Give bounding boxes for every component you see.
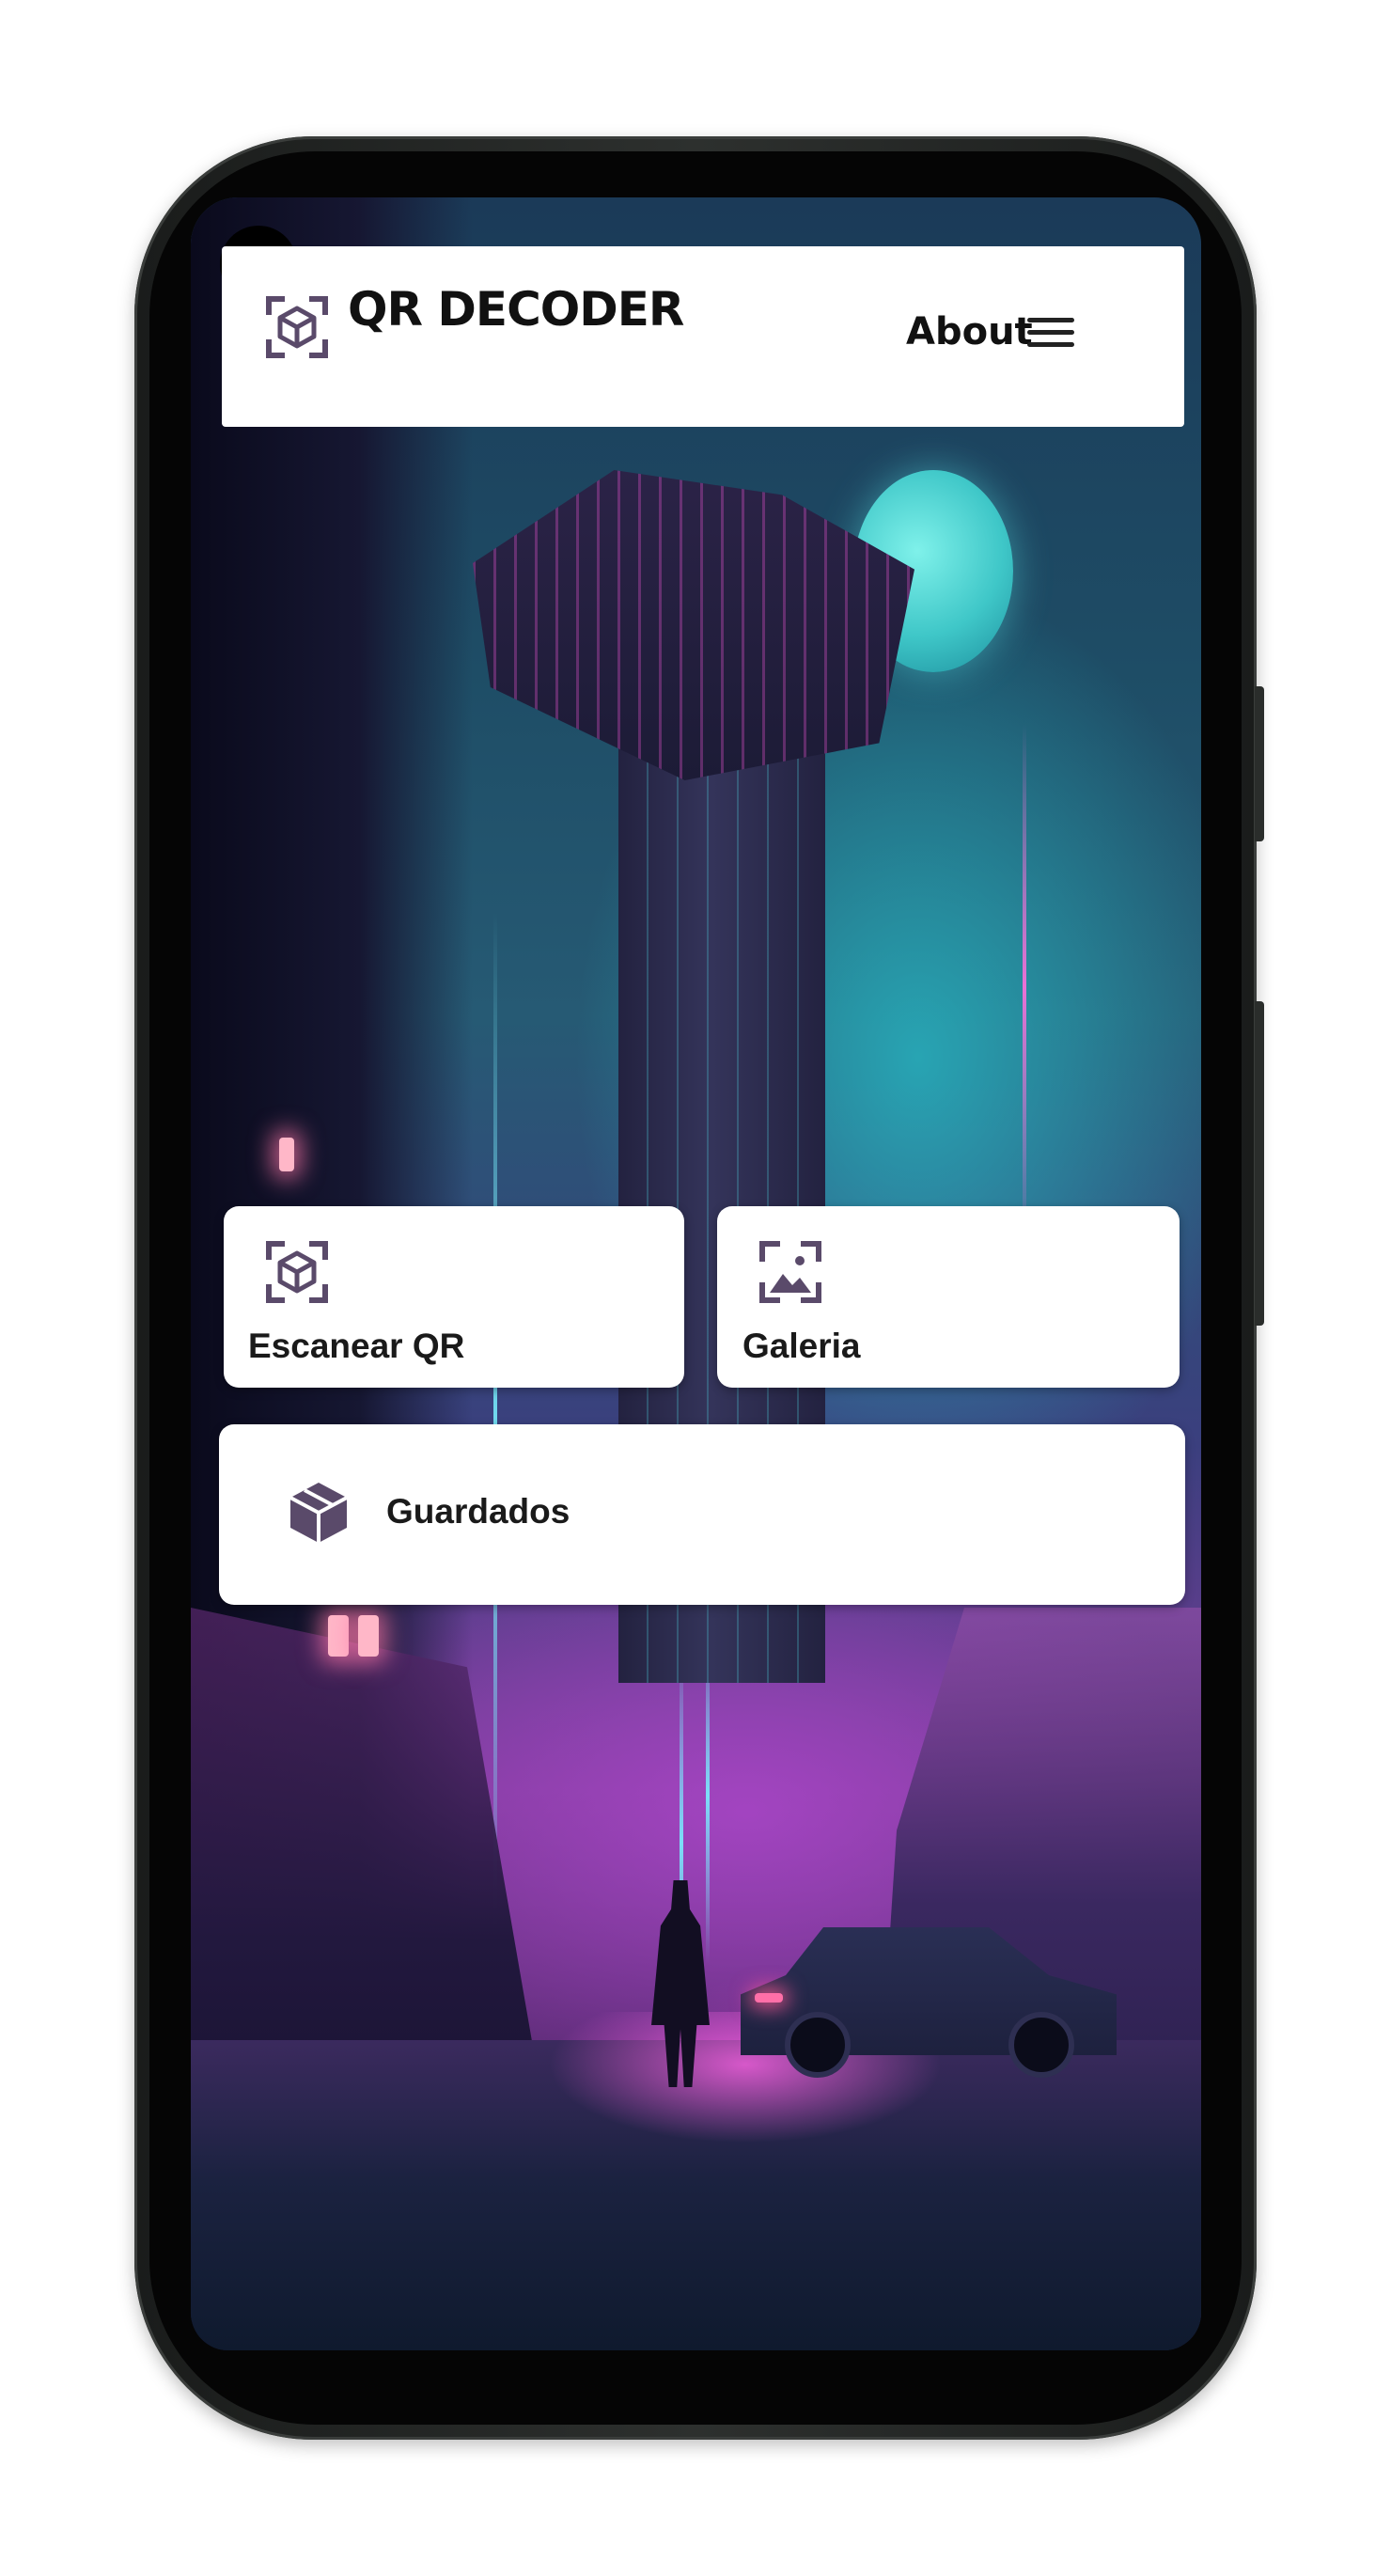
power-button: [1255, 686, 1264, 841]
background-car-light: [755, 1993, 783, 2003]
gallery-image-icon: [759, 1241, 821, 1303]
saved-button[interactable]: Guardados: [219, 1424, 1185, 1605]
scan-qr-label: Escanear QR: [248, 1327, 465, 1365]
background-light-beam: [1023, 724, 1026, 1250]
hamburger-menu-icon[interactable]: [1024, 310, 1078, 353]
background-street-lamp: [358, 1615, 379, 1657]
qr-cube-scan-icon: [266, 296, 328, 358]
scan-qr-button[interactable]: Escanear QR: [224, 1206, 684, 1388]
background-street-lamp: [328, 1615, 349, 1657]
volume-button: [1255, 1001, 1264, 1326]
app-header: QR DECODER About: [222, 246, 1184, 427]
qr-cube-scan-icon: [266, 1241, 328, 1303]
background-car-wheel: [785, 2012, 851, 2078]
gallery-label: Galeria: [742, 1327, 861, 1365]
box-cube-icon: [289, 1483, 348, 1543]
gallery-button[interactable]: Galeria: [717, 1206, 1180, 1388]
background-street-lamp: [279, 1138, 294, 1171]
saved-label: Guardados: [386, 1492, 570, 1531]
background-car-wheel: [1008, 2012, 1074, 2078]
about-link[interactable]: About: [906, 310, 1033, 353]
app-title: QR DECODER: [348, 282, 684, 337]
